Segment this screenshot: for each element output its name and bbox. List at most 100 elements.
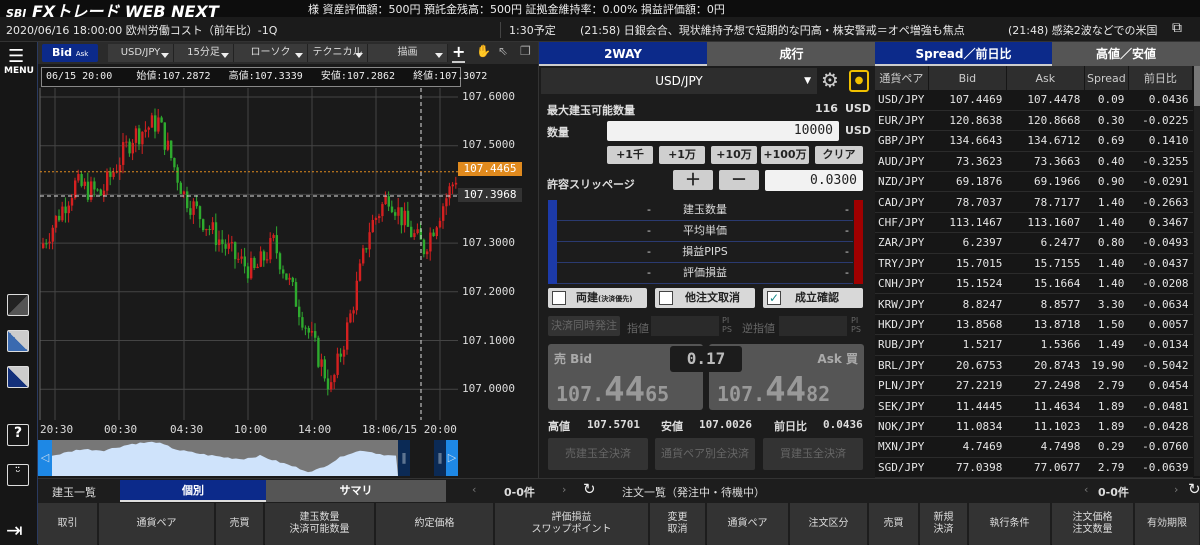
rate-row[interactable]: SEK/JPY 11.4445 11.4634 1.89 -0.0481 [875, 395, 1193, 417]
orders-column-header[interactable]: 通貨ペア [707, 503, 789, 545]
hedge-checkbox[interactable]: 両建(決済優先) [548, 288, 647, 308]
news-item[interactable]: (21:58) 日銀会合、現状維持予想で短期的な円高・株安警戒＝オペ増強も焦点 [580, 22, 965, 38]
next-page-icon[interactable]: › [562, 483, 566, 496]
draw-dropdown[interactable]: 描画 [368, 44, 448, 62]
news-item[interactable]: (21:48) 感染2波などでの米国 [1008, 22, 1168, 38]
orders-column-header[interactable]: 変更 取消 [650, 503, 706, 545]
robot-icon[interactable]: ᵕ̈ [7, 464, 29, 486]
settle-simultaneous-button[interactable]: 決済同時発注 [548, 316, 620, 336]
hand-tool-icon[interactable]: ✋ [476, 44, 491, 58]
rate-row[interactable]: AUD/JPY 73.3623 73.3663 0.40 -0.3255 [875, 151, 1193, 173]
navigator-right-arrow[interactable]: ▷ [446, 440, 458, 476]
refresh-icon[interactable]: ↻ [583, 480, 596, 498]
orders-column-header[interactable]: 新規 決済 [920, 503, 968, 545]
orders-column-header[interactable]: 注文区分 [790, 503, 868, 545]
tab-summary[interactable]: サマリ [266, 480, 446, 502]
qty-input[interactable]: 10000 [607, 121, 839, 141]
close-all-sell-button[interactable]: 売建玉全決済 [548, 438, 648, 470]
slippage-input[interactable]: 0.0300 [765, 170, 863, 191]
price-chart[interactable]: 06/15 20:00 始値:107.2872 高値:107.3339 安値:1… [38, 64, 538, 478]
cancel-other-orders-checkbox[interactable]: 他注文取消 [655, 288, 755, 308]
navigator-left-arrow[interactable]: ◁ [38, 440, 52, 476]
chart-type-dropdown[interactable]: ローソク [234, 44, 308, 62]
navigator-window[interactable] [410, 440, 434, 476]
rate-row[interactable]: NZD/JPY 69.1876 69.1966 0.90 -0.0291 [875, 171, 1193, 193]
rate-row[interactable]: SGD/JPY 77.0398 77.0677 2.79 -0.0639 [875, 457, 1193, 478]
rate-row[interactable]: CNH/JPY 15.1524 15.1664 1.40 -0.0208 [875, 273, 1193, 295]
rate-row[interactable]: MXN/JPY 4.7469 4.7498 0.29 -0.0760 [875, 436, 1193, 458]
close-all-pair-button[interactable]: 通貨ペア別全決済 [655, 438, 755, 470]
column-header[interactable]: Spread [1084, 66, 1129, 90]
theme-blue-icon[interactable] [7, 330, 29, 352]
limit-pips-input[interactable] [651, 316, 719, 336]
theme-navy-icon[interactable] [7, 366, 29, 388]
orders-column-header[interactable]: 売買 [869, 503, 919, 545]
rate-row[interactable]: GBP/JPY 134.6643 134.6712 0.69 0.1410 [875, 130, 1193, 152]
close-all-buy-button[interactable]: 買建玉全決済 [763, 438, 863, 470]
window-icon[interactable]: ❐ [520, 44, 531, 58]
positions-column-header[interactable]: 約定価格 [376, 503, 494, 545]
column-header[interactable]: Ask [1006, 66, 1085, 90]
stop-pips-input[interactable] [779, 316, 847, 336]
prev-page-icon[interactable]: ‹ [472, 483, 476, 496]
rate-row[interactable]: ZAR/JPY 6.2397 6.2477 0.80 -0.0493 [875, 232, 1193, 254]
orders-column-header[interactable]: 執行条件 [969, 503, 1051, 545]
tab-2way[interactable]: 2WAY [539, 42, 707, 66]
clear-button[interactable]: クリア [815, 146, 863, 164]
positions-column-header[interactable]: 評価損益 スワップポイント [495, 503, 649, 545]
crosshair-tool[interactable]: + [452, 42, 466, 63]
bid-ask-toggle[interactable]: Bid Ask [42, 44, 98, 62]
rate-row[interactable]: EUR/JPY 120.8638 120.8668 0.30 -0.0225 [875, 110, 1193, 132]
lock-icon[interactable]: ● [849, 70, 869, 92]
add-1k-button[interactable]: +1千 [607, 146, 653, 164]
rate-row[interactable]: BRL/JPY 20.6753 20.8743 19.90 -0.5042 [875, 355, 1193, 376]
positions-column-header[interactable]: 通貨ペア [99, 503, 215, 545]
positions-column-header[interactable]: 売買 [216, 503, 264, 545]
slippage-minus-button[interactable]: － [719, 170, 759, 190]
news-item[interactable]: 1:30予定 [500, 22, 556, 38]
technical-dropdown[interactable]: テクニカル [308, 44, 368, 62]
add-100k-button[interactable]: +10万 [711, 146, 757, 164]
positions-column-header[interactable]: 取引 [38, 503, 98, 545]
column-header[interactable]: 前日比 [1128, 66, 1194, 90]
navigator-left-handle[interactable]: ‖ [398, 440, 410, 476]
next-page-icon[interactable]: › [1174, 483, 1178, 496]
pair-select[interactable]: USD/JPY ▼ [541, 68, 817, 94]
news-item[interactable]: 2020/06/16 18:00:00 欧州労働コスト（前年比）-1Q [6, 22, 277, 38]
prev-page-icon[interactable]: ‹ [1084, 483, 1088, 496]
help-icon[interactable]: ? [7, 424, 29, 446]
refresh-icon[interactable]: ↻ [1188, 480, 1200, 498]
rate-row[interactable]: CAD/JPY 78.7037 78.7177 1.40 -0.2663 [875, 191, 1193, 213]
navigator-right-handle[interactable]: ‖ [434, 440, 446, 476]
tab-high-low[interactable]: 高値／安値 [1052, 42, 1200, 66]
positions-column-header[interactable]: 建玉数量 決済可能数量 [265, 503, 375, 545]
rate-row[interactable]: TRY/JPY 15.7015 15.7155 1.40 -0.0437 [875, 253, 1193, 275]
slippage-plus-button[interactable]: ＋ [673, 170, 713, 190]
tab-market[interactable]: 成行 [707, 42, 876, 66]
logout-icon[interactable]: ⇥ [6, 518, 23, 542]
pointer-tool-icon[interactable]: ⇖ [498, 44, 508, 58]
chart-navigator[interactable]: ◁ ‖ ‖ ▷ [38, 440, 458, 476]
rate-row[interactable]: KRW/JPY 8.8247 8.8577 3.30 -0.0634 [875, 293, 1193, 315]
add-1m-button[interactable]: +100万 [761, 146, 809, 164]
timeframe-dropdown[interactable]: 15分足 [174, 44, 234, 62]
rate-row[interactable]: PLN/JPY 27.2219 27.2498 2.79 0.0454 [875, 375, 1193, 397]
column-header[interactable]: Bid [928, 66, 1007, 90]
candlestick-plot[interactable] [38, 64, 458, 440]
execution-confirm-checkbox[interactable]: ✓ 成立確認 [763, 288, 863, 308]
rate-row[interactable]: NOK/JPY 11.0834 11.1023 1.89 -0.0428 [875, 416, 1193, 438]
add-10k-button[interactable]: +1万 [659, 146, 705, 164]
rate-row[interactable]: HKD/JPY 13.8568 13.8718 1.50 0.0057 [875, 314, 1193, 336]
orders-column-header[interactable]: 有効期限 [1135, 503, 1200, 545]
tab-spread[interactable]: Spread／前日比 [875, 42, 1052, 66]
rate-row[interactable]: USD/JPY 107.4469 107.4478 0.09 0.0436 [875, 90, 1193, 111]
orders-column-header[interactable]: 注文価格 注文数量 [1052, 503, 1134, 545]
pair-dropdown[interactable]: USD/JPY [108, 44, 174, 62]
column-header[interactable]: 通貨ペア [875, 66, 929, 90]
news-ticker[interactable]: 2020/06/16 18:00:00 欧州労働コスト（前年比）-1Q 1:30… [0, 17, 1200, 42]
menu-icon[interactable]: ☰ [8, 46, 24, 67]
settings-gear-icon[interactable]: ⚙ [821, 68, 839, 92]
rate-row[interactable]: CHF/JPY 113.1467 113.1607 1.40 0.3467 [875, 212, 1193, 234]
scrollbar[interactable] [1194, 66, 1200, 476]
theme-dark-icon[interactable] [7, 294, 29, 316]
